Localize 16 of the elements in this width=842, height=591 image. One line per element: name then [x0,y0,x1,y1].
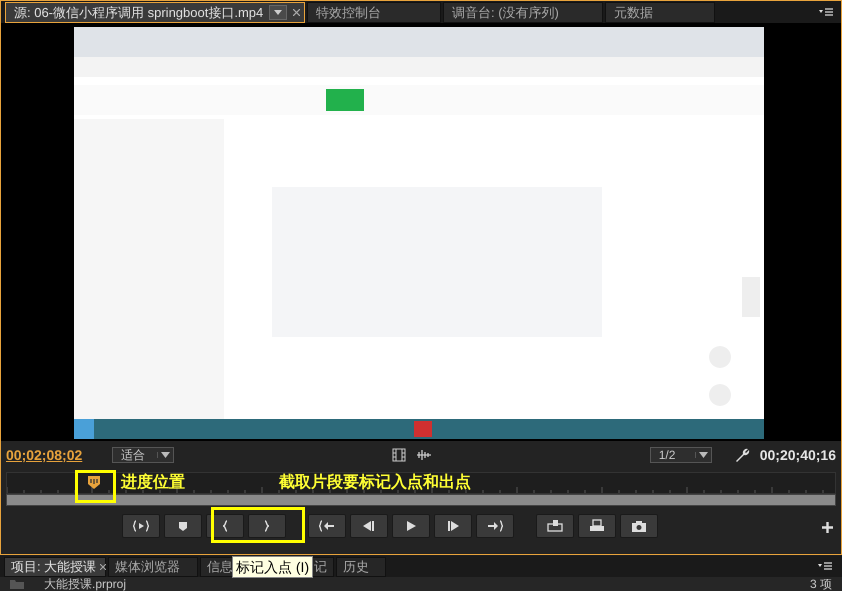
panel-tab[interactable]: 元数据 [605,2,715,23]
panel-tab[interactable]: 源: 06-微信小程序调用 springboot接口.mp4 [5,2,305,23]
current-timecode[interactable]: 00;02;08;02 [6,444,102,466]
tooltip: 标记入点 (I) [232,556,314,578]
panel-tab[interactable]: 媒体浏览器 [108,557,198,577]
panel-tab[interactable]: 特效控制台 [307,2,441,23]
item-count: 3 项 [810,577,832,591]
annotation-text: 进度位置 [121,472,185,493]
panel-tab[interactable]: 调音台: (没有序列) [443,2,603,23]
project-file-name: 大能授课.prproj [44,577,126,591]
panel-tab[interactable]: 历史 [336,557,386,577]
zoom-dropdown[interactable]: 适合 [112,447,174,463]
resolution-dropdown[interactable]: 1/2 [650,447,712,463]
annotation-text: 截取片段要标记入点和出点 [279,472,471,493]
duration-timecode: 00;20;40;16 [760,446,836,464]
panel-tab[interactable]: 项目: 大能授课 [4,557,106,577]
